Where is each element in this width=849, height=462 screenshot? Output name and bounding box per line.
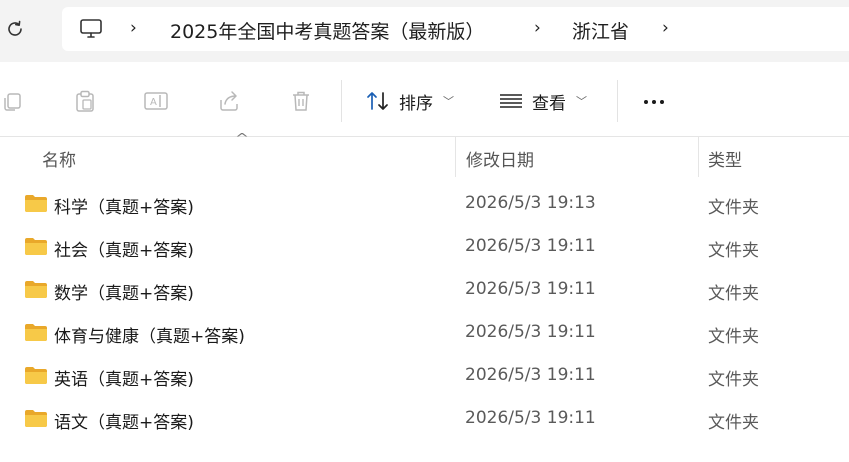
view-icon bbox=[500, 94, 522, 108]
folder-icon bbox=[25, 410, 47, 427]
header-divider bbox=[0, 136, 849, 137]
file-type: 文件夹 bbox=[708, 327, 759, 347]
file-type: 文件夹 bbox=[708, 198, 759, 218]
file-modified-date: 2026/5/3 19:11 bbox=[465, 236, 596, 256]
file-modified-date: 2026/5/3 19:11 bbox=[465, 279, 596, 299]
file-row[interactable]: 数学（真题+答案) 2026/5/3 19:11 文件夹 bbox=[0, 269, 849, 312]
share-button[interactable] bbox=[216, 88, 242, 114]
sort-label: 排序 bbox=[399, 93, 433, 114]
file-modified-date: 2026/5/3 19:13 bbox=[465, 193, 596, 213]
file-row[interactable]: 英语（真题+答案) 2026/5/3 19:11 文件夹 bbox=[0, 355, 849, 398]
file-modified-date: 2026/5/3 19:11 bbox=[465, 408, 596, 428]
file-name: 社会（真题+答案) bbox=[54, 241, 194, 261]
breadcrumb-chevron-icon[interactable]: › bbox=[534, 18, 541, 38]
file-row[interactable]: 语文（真题+答案) 2026/5/3 19:11 文件夹 bbox=[0, 398, 849, 441]
file-type: 文件夹 bbox=[708, 370, 759, 390]
more-icon bbox=[652, 100, 656, 104]
toolbar-divider bbox=[617, 80, 618, 122]
command-bar: A 排序 ﹀ 查看 ﹀ bbox=[0, 66, 849, 136]
chevron-down-icon: ﹀ bbox=[443, 95, 454, 108]
file-row[interactable]: 社会（真题+答案) 2026/5/3 19:11 文件夹 bbox=[0, 226, 849, 269]
rename-button[interactable]: A bbox=[143, 88, 169, 114]
sort-button[interactable]: 排序 ﹀ bbox=[365, 86, 454, 116]
folder-icon bbox=[25, 324, 47, 341]
column-resize-handle[interactable] bbox=[698, 137, 699, 177]
copy-button[interactable] bbox=[0, 88, 26, 114]
this-pc-icon bbox=[80, 19, 102, 38]
file-modified-date: 2026/5/3 19:11 bbox=[465, 365, 596, 385]
address-bar[interactable]: › 2025年全国中考真题答案（最新版） › 浙江省 › bbox=[62, 7, 849, 51]
file-name: 英语（真题+答案) bbox=[54, 370, 194, 390]
folder-icon bbox=[25, 281, 47, 298]
file-row[interactable]: 体育与健康（真题+答案) 2026/5/3 19:11 文件夹 bbox=[0, 312, 849, 355]
column-header-type[interactable]: 类型 bbox=[708, 146, 742, 171]
address-bar-area: › 2025年全国中考真题答案（最新版） › 浙江省 › bbox=[0, 0, 849, 62]
paste-icon bbox=[76, 90, 94, 112]
breadcrumb-item[interactable]: 2025年全国中考真题答案（最新版） bbox=[170, 17, 484, 44]
share-icon bbox=[220, 91, 238, 111]
file-modified-date: 2026/5/3 19:11 bbox=[465, 322, 596, 342]
breadcrumb-chevron-icon[interactable]: › bbox=[662, 18, 669, 38]
file-row[interactable]: 科学（真题+答案) 2026/5/3 19:13 文件夹 bbox=[0, 183, 849, 226]
breadcrumb-chevron-icon[interactable]: › bbox=[130, 18, 137, 38]
delete-icon bbox=[293, 91, 309, 111]
folder-icon bbox=[25, 367, 47, 384]
file-name: 语文（真题+答案) bbox=[54, 413, 194, 433]
sort-ascending-icon: ^ bbox=[234, 131, 250, 145]
file-name: 体育与健康（真题+答案) bbox=[54, 327, 245, 347]
chevron-down-icon: ﹀ bbox=[576, 95, 587, 108]
file-name: 科学（真题+答案) bbox=[54, 198, 194, 218]
more-icon bbox=[644, 100, 648, 104]
more-icon bbox=[660, 100, 664, 104]
breadcrumb-item[interactable]: 浙江省 bbox=[572, 17, 629, 44]
folder-icon bbox=[25, 195, 47, 212]
file-type: 文件夹 bbox=[708, 284, 759, 304]
svg-text:A: A bbox=[150, 97, 157, 108]
column-header-name[interactable]: 名称 bbox=[42, 146, 76, 171]
file-type: 文件夹 bbox=[708, 241, 759, 261]
view-button[interactable]: 查看 ﹀ bbox=[498, 86, 587, 116]
refresh-icon bbox=[8, 20, 22, 36]
sort-icon bbox=[367, 92, 388, 110]
this-pc-button[interactable] bbox=[78, 17, 104, 41]
file-type: 文件夹 bbox=[708, 413, 759, 433]
file-name: 数学（真题+答案) bbox=[54, 284, 194, 304]
column-header-date[interactable]: 修改日期 bbox=[466, 146, 534, 171]
toolbar-divider bbox=[341, 80, 342, 122]
view-label: 查看 bbox=[532, 93, 566, 114]
folder-icon bbox=[25, 238, 47, 255]
rename-icon: A bbox=[144, 92, 168, 110]
more-options-button[interactable] bbox=[638, 87, 670, 117]
column-resize-handle[interactable] bbox=[455, 137, 456, 177]
paste-button[interactable] bbox=[72, 88, 98, 114]
refresh-button[interactable] bbox=[0, 14, 30, 44]
copy-icon bbox=[4, 93, 21, 111]
delete-button[interactable] bbox=[288, 88, 314, 114]
